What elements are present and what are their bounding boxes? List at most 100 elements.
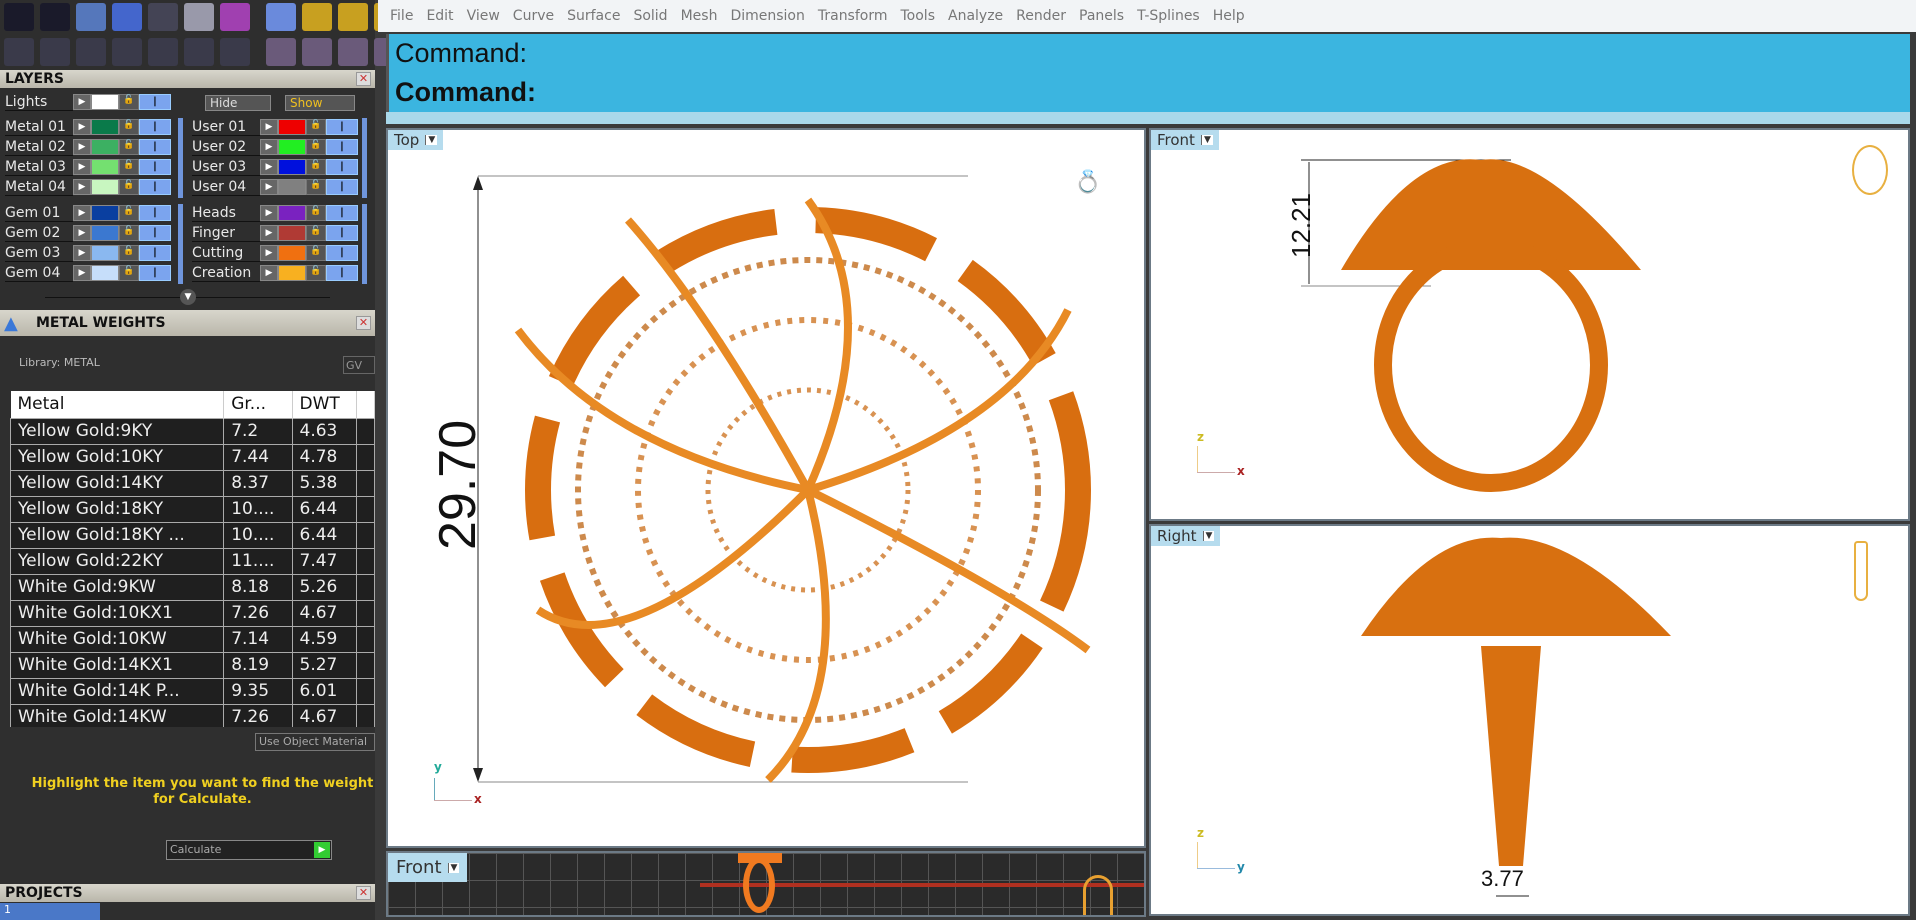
book-icon[interactable] [112,38,142,66]
visibility-toggle[interactable]: | [139,245,171,261]
gem-box-icon[interactable] [220,3,250,31]
show-button[interactable]: Show [285,95,355,111]
visibility-toggle[interactable]: | [326,265,358,281]
lock-icon[interactable]: 🔓 [119,205,139,221]
command-prompt[interactable]: Command: [389,73,1910,112]
viewport-front-small[interactable]: Front ▼ [386,851,1146,917]
menu-view[interactable]: View [467,8,500,24]
layer-row-heads[interactable]: Heads ▶ 🔓 | [192,204,358,222]
layer-color-swatch[interactable] [278,205,306,221]
visibility-toggle[interactable]: | [139,225,171,241]
viewport-front[interactable]: Front ▼ 12.21 z x [1149,128,1910,521]
lock-icon[interactable]: 🔓 [119,159,139,175]
lock-icon[interactable]: 🔓 [119,245,139,261]
project-item[interactable]: 1 [0,903,100,920]
expand-arrow-icon[interactable]: ▶ [260,159,278,175]
viewport-front-small-label[interactable]: Front ▼ [388,853,468,882]
table-row[interactable]: Yellow Gold:18KY 10.... 6.44 [9,495,375,523]
layer-row-gem-03[interactable]: Gem 03 ▶ 🔓 | [5,244,171,262]
visibility-toggle[interactable]: | [139,179,171,195]
expand-arrow-icon[interactable]: ▶ [73,139,91,155]
lock-icon[interactable]: 🔓 [306,139,326,155]
visibility-toggle[interactable]: | [326,119,358,135]
gumball-scale-icon[interactable] [302,38,332,66]
lamp-icon[interactable] [266,3,296,31]
table-row[interactable]: Yellow Gold:18KY ... 10.... 6.44 [9,521,375,549]
layer-color-swatch[interactable] [278,179,306,195]
visibility-toggle[interactable]: | [326,205,358,221]
expand-arrow-icon[interactable]: ▶ [73,245,91,261]
gumball-move-icon[interactable] [338,38,368,66]
select-points-icon[interactable] [184,38,214,66]
report-icon[interactable] [220,38,250,66]
table-row[interactable]: White Gold:9KW 8.18 5.26 [9,573,375,601]
visibility-toggle[interactable]: | [139,159,171,175]
expand-arrow-icon[interactable]: ▶ [260,179,278,195]
expand-arrow-icon[interactable]: ▶ [73,225,91,241]
menu-dimension[interactable]: Dimension [730,8,804,24]
table-row[interactable]: White Gold:10KX1 7.26 4.67 [9,599,375,627]
visibility-toggle[interactable]: | [326,245,358,261]
wrench-icon[interactable] [40,3,70,31]
expand-arrow-icon[interactable]: ▶ [260,139,278,155]
lock-icon[interactable]: 🔓 [306,225,326,241]
expand-arrow-icon[interactable]: ▶ [73,94,91,110]
layer-color-swatch[interactable] [91,179,119,195]
layer-row-metal-04[interactable]: Metal 04 ▶ 🔓 | [5,178,171,196]
column-header[interactable]: Metal [10,391,225,418]
calculate-button[interactable]: Calculate ▶ [166,840,332,860]
expand-arrow-icon[interactable]: ▶ [260,225,278,241]
layer-color-swatch[interactable] [278,119,306,135]
layer-row-metal-03[interactable]: Metal 03 ▶ 🔓 | [5,158,171,176]
layer-color-swatch[interactable] [91,139,119,155]
layer-row-finger[interactable]: Finger ▶ 🔓 | [192,224,358,242]
document-icon[interactable] [148,3,178,31]
lock-icon[interactable]: 🔓 [306,265,326,281]
close-layers-icon[interactable]: ✕ [356,72,371,86]
layer-color-swatch[interactable] [91,205,119,221]
settings-icon[interactable] [4,3,34,31]
lock-icon[interactable]: 🔓 [119,94,139,110]
layer-row-cutting[interactable]: Cutting ▶ 🔓 | [192,244,358,262]
menu-analyze[interactable]: Analyze [948,8,1003,24]
viewport-right[interactable]: Right ▼ 3.77 z y [1149,524,1910,916]
menu-solid[interactable]: Solid [633,8,667,24]
visibility-toggle[interactable]: | [326,225,358,241]
close-metal-weights-icon[interactable]: ✕ [356,316,371,330]
visibility-toggle[interactable]: | [326,139,358,155]
layer-row-user-02[interactable]: User 02 ▶ 🔓 | [192,138,358,156]
layer-row-lights[interactable]: Lights ▶ 🔓 | [5,93,171,111]
layer-row-gem-04[interactable]: Gem 04 ▶ 🔓 | [5,264,171,282]
viewport-top[interactable]: Top ▼ 29.70 y x 💍 [386,128,1146,848]
visibility-toggle[interactable]: | [139,94,171,110]
lock-icon[interactable]: 🔓 [306,119,326,135]
visibility-toggle[interactable]: | [139,119,171,135]
menu-panels[interactable]: Panels [1079,8,1124,24]
lock-icon[interactable]: 🔓 [306,159,326,175]
command-area[interactable]: Command: Command: [386,34,1910,112]
lock-icon[interactable]: 🔓 [119,225,139,241]
gumball-icon[interactable] [266,38,296,66]
expand-arrow-icon[interactable]: ▶ [73,179,91,195]
menu-render[interactable]: Render [1016,8,1066,24]
table-row[interactable]: Yellow Gold:22KY 11.... 7.47 [9,547,375,575]
layers-stack-icon[interactable] [76,3,106,31]
box-icon[interactable] [112,3,142,31]
gv-field[interactable]: GV [343,356,375,374]
layer-row-gem-02[interactable]: Gem 02 ▶ 🔓 | [5,224,171,242]
expand-arrow-icon[interactable]: ▶ [260,119,278,135]
column-header[interactable]: DWT [292,391,358,418]
expand-arrow-icon[interactable]: ▶ [260,265,278,281]
lock-icon[interactable]: 🔓 [306,179,326,195]
table-row[interactable]: White Gold:10KW 7.14 4.59 [9,625,375,653]
menu-mesh[interactable]: Mesh [681,8,718,24]
layer-row-user-01[interactable]: User 01 ▶ 🔓 | [192,118,358,136]
dropdown-icon[interactable]: ▼ [447,862,460,873]
lock-icon[interactable]: 🔓 [119,119,139,135]
lock-icon[interactable]: 🔓 [306,245,326,261]
lock-icon[interactable]: 🔓 [119,139,139,155]
expand-arrow-icon[interactable]: ▶ [260,205,278,221]
layer-color-swatch[interactable] [278,159,306,175]
menu-file[interactable]: File [390,8,413,24]
table-row[interactable]: White Gold:14KX1 8.19 5.27 [9,651,375,679]
